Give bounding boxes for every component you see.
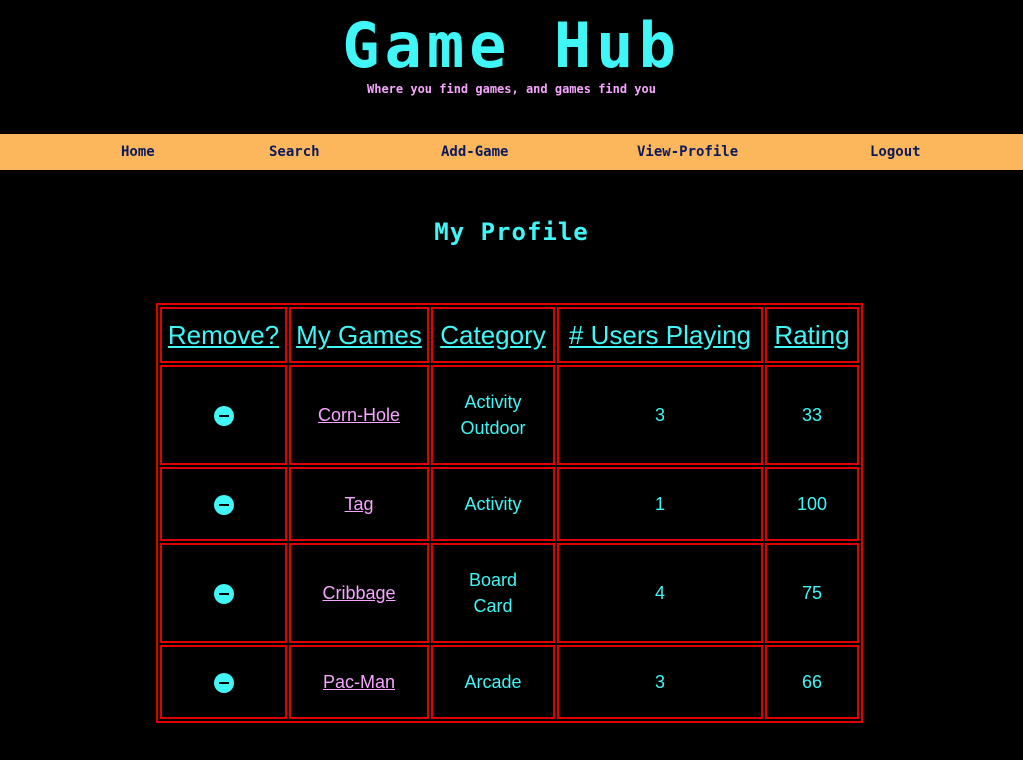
rating-cell: 100 [765, 467, 859, 541]
nav-view-profile-link[interactable]: View-Profile [637, 134, 738, 170]
category-cell: Arcade [431, 645, 555, 719]
remove-cell [160, 467, 287, 541]
game-link[interactable]: Corn-Hole [318, 405, 400, 425]
users-playing-cell: 3 [557, 645, 763, 719]
category-label: Activity [464, 392, 522, 412]
rating-cell: 33 [765, 365, 859, 465]
nav-logout-link[interactable]: Logout [870, 134, 921, 170]
category-cell: Activity [431, 467, 555, 541]
game-link[interactable]: Cribbage [322, 583, 395, 603]
remove-cell [160, 365, 287, 465]
remove-cell [160, 543, 287, 643]
table-row: Corn-Hole Activity Outdoor 3 33 [160, 365, 859, 465]
my-games-table: Remove? My Games Category # Users Playin… [156, 303, 863, 723]
page-title: My Profile [434, 218, 589, 246]
site-title: Game Hub [342, 9, 681, 82]
category-label: Activity [464, 494, 522, 514]
column-header-rating[interactable]: Rating [765, 307, 859, 363]
game-cell: Corn-Hole [289, 365, 429, 465]
minus-circle-icon[interactable] [213, 673, 234, 694]
users-playing-cell: 1 [557, 467, 763, 541]
column-header-users-playing[interactable]: # Users Playing [557, 307, 763, 363]
table-row: Pac-Man Arcade 3 66 [160, 645, 859, 719]
column-header-remove[interactable]: Remove? [160, 307, 287, 363]
game-link[interactable]: Pac-Man [323, 672, 395, 692]
minus-circle-icon[interactable] [213, 406, 234, 427]
category-label: Outdoor [460, 418, 526, 438]
rating-cell: 75 [765, 543, 859, 643]
table-row: Tag Activity 1 100 [160, 467, 859, 541]
category-label: Arcade [464, 672, 522, 692]
users-playing-cell: 3 [557, 365, 763, 465]
users-playing-cell: 4 [557, 543, 763, 643]
game-cell: Pac-Man [289, 645, 429, 719]
nav-add-game-link[interactable]: Add-Game [441, 134, 508, 170]
nav-search-link[interactable]: Search [269, 134, 320, 170]
minus-circle-icon[interactable] [213, 495, 234, 516]
site-tagline: Where you find games, and games find you [367, 82, 656, 96]
game-link[interactable]: Tag [344, 494, 373, 514]
category-label: Board [468, 570, 518, 590]
game-cell: Cribbage [289, 543, 429, 643]
site-header: Game Hub Where you find games, and games… [0, 0, 1023, 134]
category-cell: Board Card [431, 543, 555, 643]
column-header-category[interactable]: Category [431, 307, 555, 363]
minus-circle-icon[interactable] [213, 584, 234, 605]
category-cell: Activity Outdoor [431, 365, 555, 465]
table-row: Cribbage Board Card 4 75 [160, 543, 859, 643]
main-nav: Home Search Add-Game View-Profile Logout [0, 134, 1023, 170]
table-header-row: Remove? My Games Category # Users Playin… [160, 307, 859, 363]
nav-home-link[interactable]: Home [121, 134, 155, 170]
game-cell: Tag [289, 467, 429, 541]
category-label: Card [473, 596, 513, 616]
remove-cell [160, 645, 287, 719]
rating-cell: 66 [765, 645, 859, 719]
column-header-my-games[interactable]: My Games [289, 307, 429, 363]
